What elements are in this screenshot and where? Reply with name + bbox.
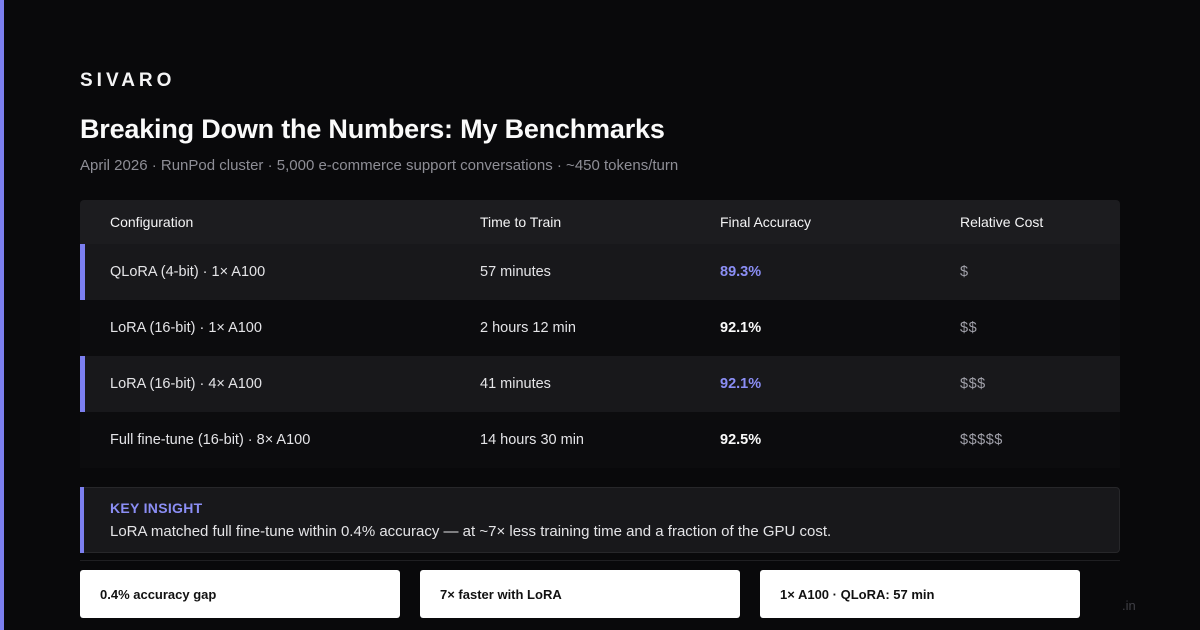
accent-bar [0, 0, 4, 630]
page-subtitle: April 2026 · RunPod cluster · 5,000 e-co… [80, 157, 679, 174]
time-cell: 41 minutes [480, 376, 551, 392]
time-cell: 14 hours 30 min [480, 432, 584, 448]
accuracy-cell: 89.3% [720, 264, 762, 280]
accuracy-cell: 92.1% [720, 320, 762, 336]
insight-label: KEY INSIGHT [110, 500, 203, 516]
time-cell: 2 hours 12 min [480, 320, 576, 336]
table-header: Configuration Time to Train Final Accura… [80, 200, 1120, 244]
divider [80, 560, 1120, 561]
cost-cell: $$$$$ [960, 432, 1003, 448]
header-time-to-train: Time to Train [480, 214, 562, 230]
config-cell: QLoRA (4-bit) · 1× A100 [110, 264, 266, 280]
config-cell: LoRA (16-bit) · 4× A100 [110, 376, 262, 392]
time-cell: 57 minutes [480, 264, 551, 280]
table-row: LoRA (16-bit) · 4× A100 41 minutes 92.1%… [80, 356, 1120, 412]
header-configuration: Configuration [110, 214, 194, 230]
cost-cell: $ [960, 264, 969, 280]
header-final-accuracy: Final Accuracy [720, 214, 812, 230]
stat-card-accuracy-gap: 0.4% accuracy gap [80, 570, 400, 618]
insight-text: LoRA matched full fine-tune within 0.4% … [110, 523, 832, 540]
config-cell: LoRA (16-bit) · 1× A100 [110, 320, 262, 336]
header-relative-cost: Relative Cost [960, 214, 1044, 230]
stat-card-speedup: 7× faster with LoRA [420, 570, 740, 618]
benchmark-table: Configuration Time to Train Final Accura… [80, 200, 1120, 468]
accuracy-cell: 92.5% [720, 432, 762, 448]
page-title: Breaking Down the Numbers: My Benchmarks [80, 114, 665, 144]
cost-cell: $$ [960, 320, 978, 336]
footer-watermark: .in [1122, 598, 1136, 613]
stat-card-qlora-time: 1× A100 · QLoRA: 57 min [760, 570, 1080, 618]
cost-cell: $$$ [960, 376, 986, 392]
accuracy-cell: 92.1% [720, 376, 762, 392]
table-row: LoRA (16-bit) · 1× A100 2 hours 12 min 9… [80, 300, 1120, 356]
config-cell: Full fine-tune (16-bit) · 8× A100 [110, 432, 311, 448]
table-row: Full fine-tune (16-bit) · 8× A100 14 hou… [80, 412, 1120, 468]
key-insight-callout: KEY INSIGHT LoRA matched full fine-tune … [80, 487, 1120, 553]
table-row: QLoRA (4-bit) · 1× A100 57 minutes 89.3%… [80, 244, 1120, 300]
brand-logo: SIVARO [80, 70, 176, 91]
